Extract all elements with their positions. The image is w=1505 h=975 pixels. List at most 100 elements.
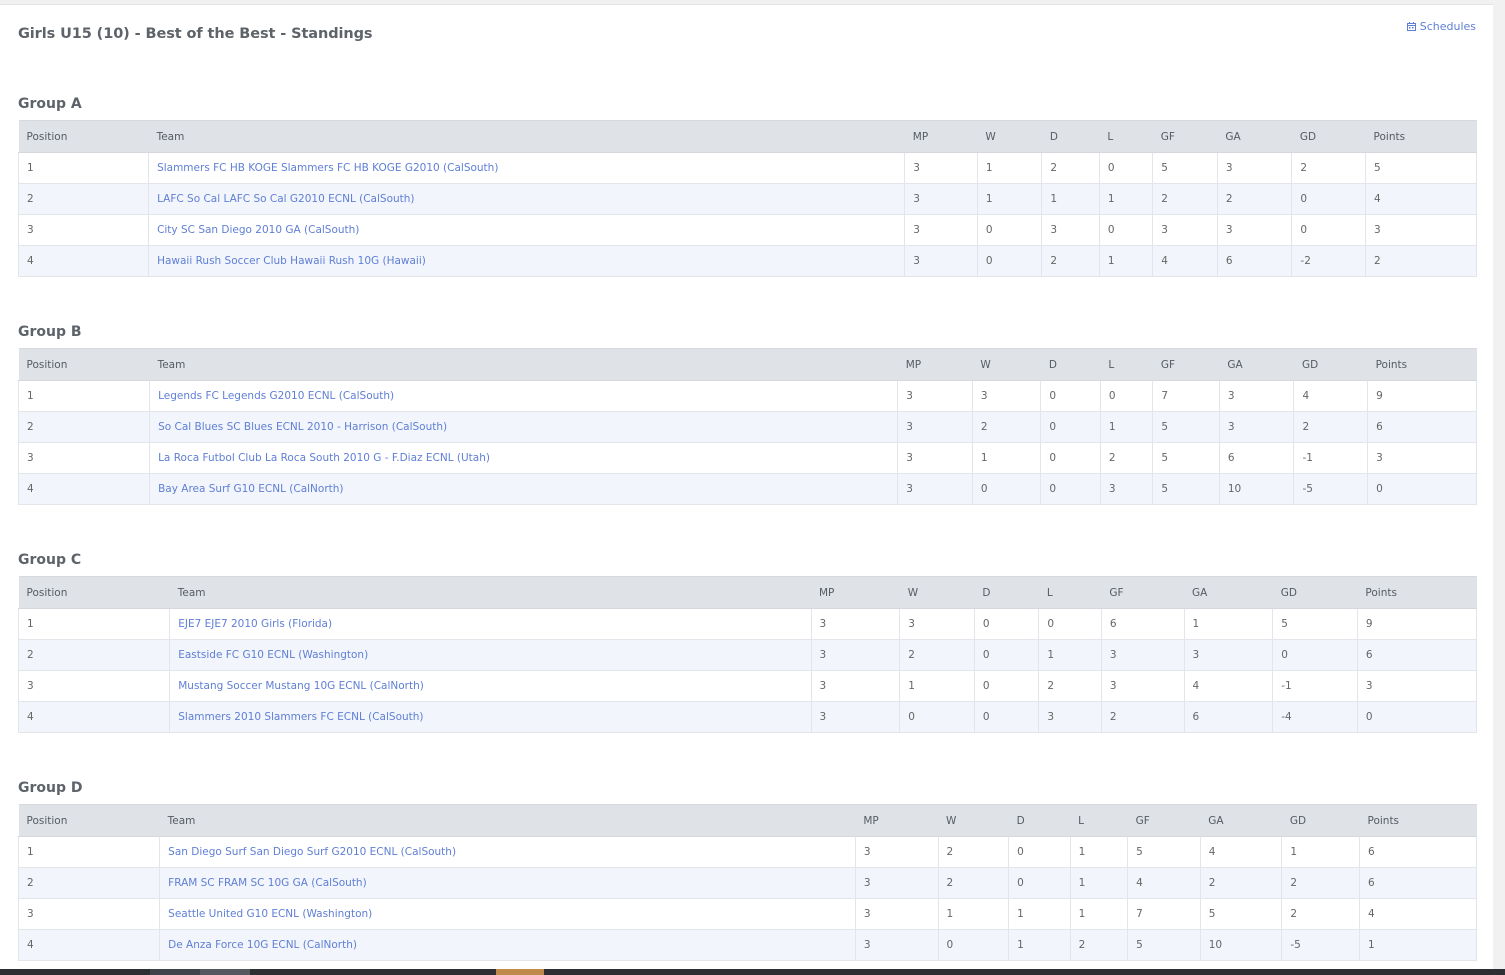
column-header: L (1070, 804, 1128, 837)
ga-cell: 10 (1199, 929, 1283, 961)
column-header: GF (1127, 804, 1201, 837)
team-link[interactable]: San Diego Surf San Diego Surf G2010 ECNL… (168, 846, 456, 858)
table-row: 1 EJE7 EJE7 2010 Girls (Florida) 3 3 0 0 6 1 5 9 (17, 608, 1478, 640)
team-link[interactable]: EJE7 EJE7 2010 Girls (Florida) (178, 618, 332, 630)
table-header-row: Position Team MP W D L GF GA GD Points (18, 348, 1477, 381)
w-cell: 0 (971, 473, 1042, 505)
group-title: Group A (18, 96, 82, 112)
team-cell: Eastside FC G10 ECNL (Washington) (169, 639, 812, 671)
mp-cell: 3 (897, 473, 973, 505)
team-link[interactable]: So Cal Blues SC Blues ECNL 2010 - Harris… (158, 421, 447, 433)
team-link[interactable]: LAFC So Cal LAFC So Cal G2010 ECNL (CalS… (157, 193, 414, 205)
w-cell: 2 (937, 836, 1010, 868)
position-cell: 2 (17, 183, 150, 215)
d-cell: 0 (973, 701, 1040, 733)
standings-table: Position Team MP W D L GF GA GD Points 1 EJE7 EJE7 … (17, 576, 1478, 733)
column-header: Points (1365, 120, 1477, 153)
mp-cell: 3 (854, 836, 939, 868)
mp-cell: 3 (904, 214, 978, 246)
gd-cell: 0 (1272, 639, 1358, 671)
group-section: Group C Position Team MP W D L GF GA GD Points 1 EJE… (17, 549, 1478, 733)
l-cell: 0 (1098, 214, 1154, 246)
position-cell: 1 (17, 380, 151, 412)
d-cell: 1 (1008, 898, 1071, 930)
table-row: 4 Hawaii Rush Soccer Club Hawaii Rush 10G… (17, 245, 1477, 277)
column-header: MP (897, 348, 973, 381)
table-row: 2 So Cal Blues SC Blues ECNL 2010 - Harri… (17, 411, 1477, 443)
points-cell: 6 (1358, 867, 1478, 899)
column-header: GD (1281, 804, 1360, 837)
team-link[interactable]: Eastside FC G10 ECNL (Washington) (178, 649, 368, 661)
w-cell: 0 (976, 214, 1043, 246)
column-header: Points (1359, 804, 1477, 837)
team-link[interactable]: De Anza Force 10G ECNL (CalNorth) (168, 939, 357, 951)
column-header: MP (811, 576, 900, 609)
position-cell: 1 (17, 152, 150, 184)
ga-cell: 6 (1218, 442, 1295, 474)
group-title: Group B (18, 324, 82, 340)
team-link[interactable]: Slammers FC HB KOGE Slammers FC HB KOGE … (157, 162, 498, 174)
team-link[interactable]: City SC San Diego 2010 GA (CalSouth) (157, 224, 359, 236)
gf-cell: 5 (1152, 152, 1218, 184)
ga-cell: 2 (1216, 183, 1293, 215)
position-cell: 4 (17, 245, 150, 277)
schedules-link-label: Schedules (1419, 20, 1476, 33)
team-link[interactable]: Legends FC Legends G2010 ECNL (CalSouth) (158, 390, 394, 402)
d-cell: 2 (1041, 245, 1100, 277)
column-header: Position (18, 348, 150, 381)
w-cell: 0 (937, 929, 1010, 961)
column-header: W (972, 348, 1041, 381)
gd-cell: -4 (1272, 701, 1358, 733)
position-cell: 2 (17, 867, 161, 899)
gf-cell: 3 (1100, 639, 1185, 671)
schedules-link[interactable]: Schedules (1406, 20, 1476, 33)
table-row: 1 San Diego Surf San Diego Surf G2010 ECN… (17, 836, 1478, 868)
team-cell: Hawaii Rush Soccer Club Hawaii Rush 10G … (148, 245, 906, 277)
position-cell: 3 (17, 670, 171, 702)
team-link[interactable]: La Roca Futbol Club La Roca South 2010 G… (158, 452, 490, 464)
l-cell: 0 (1099, 380, 1154, 412)
ga-cell: 3 (1183, 639, 1274, 671)
column-header: GF (1152, 120, 1218, 153)
w-cell: 2 (937, 867, 1010, 899)
group-section: Group D Position Team MP W D L GF GA GD Points 1 San… (17, 777, 1478, 961)
l-cell: 0 (1038, 608, 1102, 640)
gd-cell: 4 (1293, 380, 1369, 412)
gf-cell: 2 (1100, 701, 1185, 733)
table-row: 1 Slammers FC HB KOGE Slammers FC HB KOGE… (17, 152, 1477, 184)
ga-cell: 4 (1183, 670, 1274, 702)
column-header: GA (1217, 120, 1292, 153)
team-cell: EJE7 EJE7 2010 Girls (Florida) (169, 608, 812, 640)
l-cell: 1 (1069, 898, 1129, 930)
ga-cell: 6 (1216, 245, 1293, 277)
page-title: Girls U15 (10) - Best of the Best - Stan… (18, 26, 373, 42)
team-cell: Mustang Soccer Mustang 10G ECNL (CalNort… (169, 670, 812, 702)
w-cell: 1 (976, 183, 1043, 215)
position-cell: 4 (17, 929, 161, 961)
gf-cell: 5 (1152, 473, 1220, 505)
points-cell: 2 (1365, 245, 1477, 277)
taskbar-segment (150, 969, 200, 975)
team-link[interactable]: Mustang Soccer Mustang 10G ECNL (CalNort… (178, 680, 424, 692)
w-cell: 3 (899, 608, 975, 640)
team-link[interactable]: Hawaii Rush Soccer Club Hawaii Rush 10G … (157, 255, 426, 267)
team-link[interactable]: FRAM SC FRAM SC 10G GA (CalSouth) (168, 877, 367, 889)
team-link[interactable]: Seattle United G10 ECNL (Washington) (168, 908, 372, 920)
d-cell: 0 (1040, 442, 1101, 474)
l-cell: 1 (1098, 183, 1154, 215)
gd-cell: -2 (1291, 245, 1367, 277)
table-row: 3 La Roca Futbol Club La Roca South 2010 … (17, 442, 1477, 474)
column-header: Team (169, 576, 811, 609)
table-row: 2 Eastside FC G10 ECNL (Washington) 3 2 0 1 3 3… (17, 639, 1478, 671)
mp-cell: 3 (904, 152, 978, 184)
w-cell: 2 (971, 411, 1042, 443)
ga-cell: 10 (1218, 473, 1295, 505)
team-link[interactable]: Slammers 2010 Slammers FC ECNL (CalSouth… (178, 711, 423, 723)
team-link[interactable]: Bay Area Surf G10 ECNL (CalNorth) (158, 483, 343, 495)
column-header: GA (1219, 348, 1294, 381)
position-cell: 3 (17, 898, 161, 930)
w-cell: 1 (937, 898, 1010, 930)
l-cell: 2 (1099, 442, 1154, 474)
gf-cell: 3 (1100, 670, 1185, 702)
points-cell: 6 (1356, 639, 1478, 671)
